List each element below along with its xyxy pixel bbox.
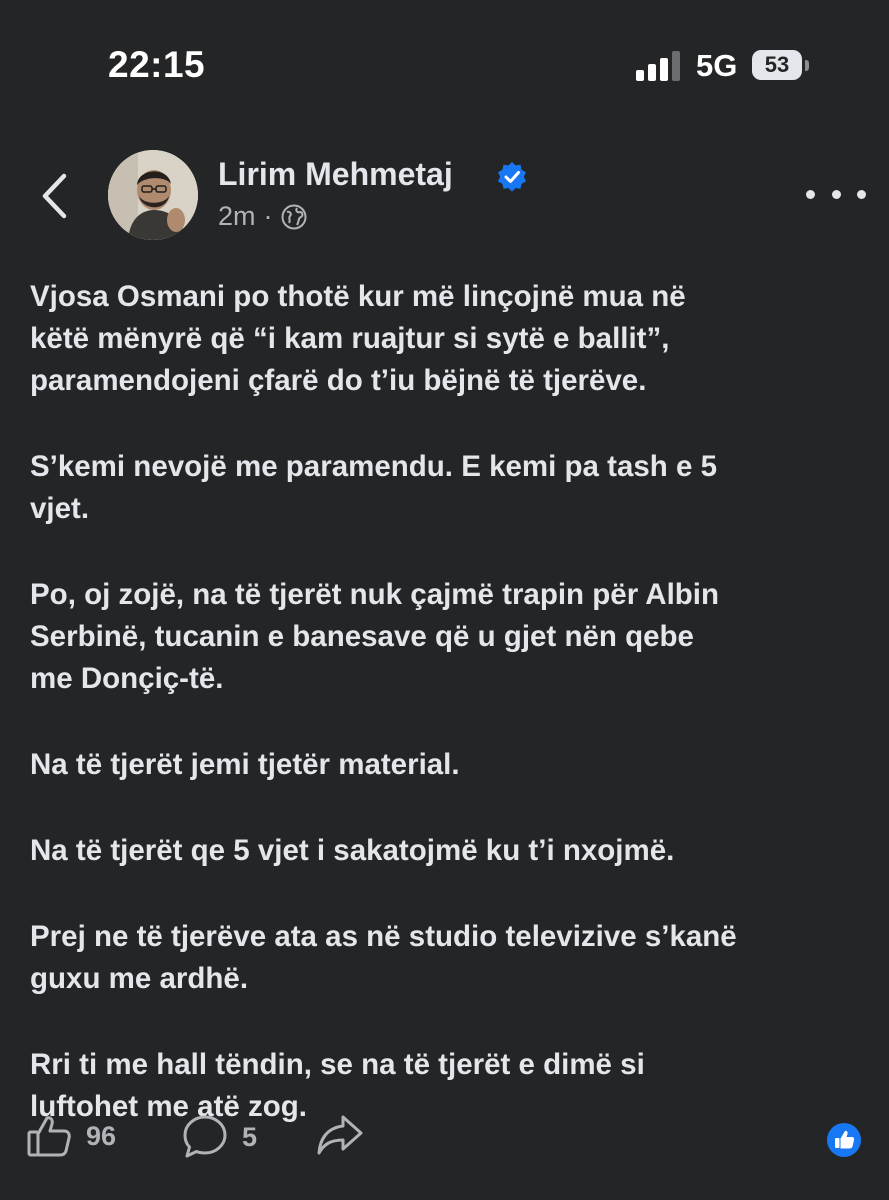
battery-level: 53 bbox=[764, 52, 790, 77]
more-options-button[interactable] bbox=[806, 176, 866, 212]
author-name[interactable]: Lirim Mehmetaj bbox=[218, 156, 453, 193]
post-paragraph: Na të tjerët qe 5 vjet i sakatojmë ku t’… bbox=[30, 834, 675, 867]
post-meta: 2m · bbox=[218, 201, 307, 232]
post-body: Vjosa Osmani po thotë kur më linçojnë mu… bbox=[30, 276, 870, 1172]
share-button[interactable] bbox=[316, 1114, 364, 1156]
profile-photo bbox=[108, 150, 198, 240]
chevron-left-icon bbox=[42, 173, 67, 219]
like-count: 96 bbox=[86, 1120, 117, 1151]
comment-button[interactable]: 5 bbox=[182, 1114, 257, 1160]
status-bar: 22:15 5G 53 bbox=[0, 0, 889, 130]
post-timestamp[interactable]: 2m bbox=[218, 201, 256, 232]
thumbs-up-icon bbox=[27, 1116, 71, 1157]
cellular-signal-icon bbox=[636, 51, 680, 81]
more-dot bbox=[831, 189, 841, 199]
like-reaction-icon[interactable] bbox=[826, 1122, 862, 1158]
battery-icon: 53 bbox=[752, 50, 810, 82]
network-type: 5G bbox=[696, 48, 738, 83]
back-button[interactable] bbox=[30, 166, 80, 226]
post-paragraph: Prej ne të tjerëve ata as në studio tele… bbox=[30, 920, 737, 995]
comment-count: 5 bbox=[242, 1121, 258, 1152]
post-paragraph: Na të tjerët jemi tjetër material. bbox=[30, 748, 460, 781]
post-paragraph: Vjosa Osmani po thotë kur më linçojnë mu… bbox=[30, 280, 686, 397]
post-paragraph: S’kemi nevojë me paramendu. E kemi pa ta… bbox=[30, 450, 717, 525]
post-paragraph: Po, oj zojë, na të tjerët nuk çajmë trap… bbox=[30, 578, 720, 695]
more-dot bbox=[806, 189, 815, 199]
avatar[interactable] bbox=[108, 150, 198, 240]
like-button[interactable]: 96 bbox=[26, 1114, 116, 1158]
status-time: 22:15 bbox=[108, 44, 206, 85]
more-dot bbox=[857, 189, 866, 199]
meta-separator: · bbox=[263, 201, 273, 231]
action-bar: 96 5 bbox=[0, 1110, 889, 1170]
globe-icon bbox=[281, 204, 307, 229]
share-icon bbox=[317, 1115, 363, 1155]
comment-icon bbox=[183, 1115, 227, 1158]
verified-badge-icon bbox=[498, 162, 526, 192]
